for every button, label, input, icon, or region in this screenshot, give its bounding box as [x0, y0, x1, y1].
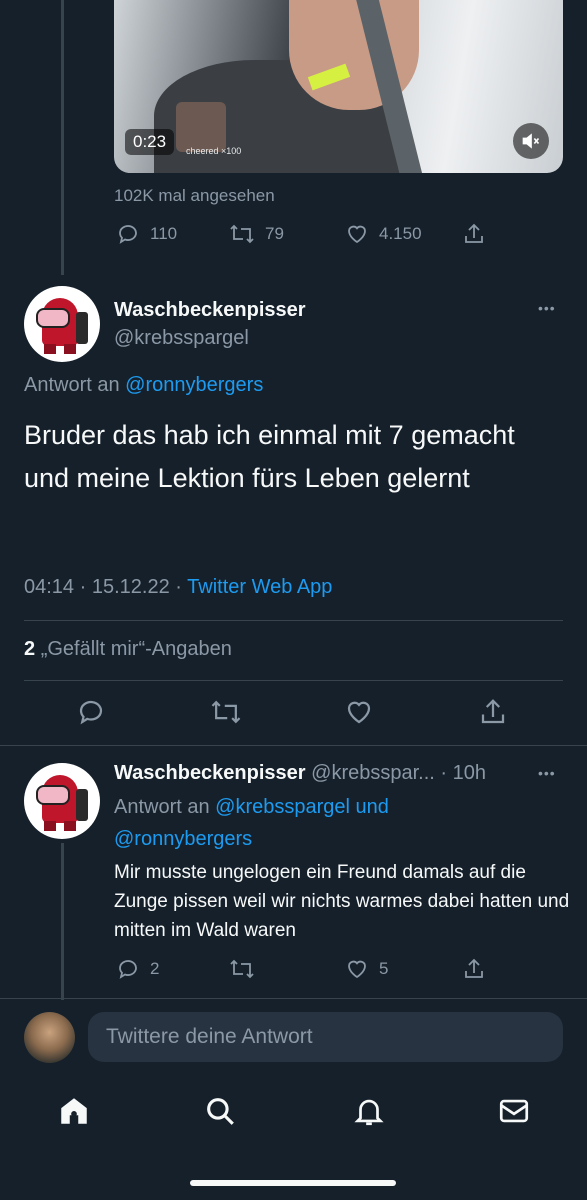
reply-count: 110 — [150, 224, 178, 243]
mention-link[interactable]: @ronnybergers — [125, 374, 263, 396]
reply-prefix: Antwort an — [24, 374, 126, 396]
stream-inset-thumbnail — [176, 102, 226, 152]
like-action[interactable]: 5 — [345, 957, 388, 981]
mute-icon[interactable] — [513, 123, 549, 159]
retweet-icon — [211, 700, 241, 724]
avatar[interactable] — [24, 763, 100, 839]
like-count: 5 — [379, 959, 389, 978]
tweet-time: 04:14 — [24, 576, 75, 598]
more-options-icon[interactable]: ••• — [538, 300, 556, 316]
share-button[interactable] — [478, 697, 508, 732]
reply-icon — [79, 700, 103, 725]
search-icon[interactable] — [203, 1094, 237, 1133]
heart-icon — [347, 701, 371, 724]
divider — [0, 998, 587, 999]
video-duration-badge: 0:23 — [125, 129, 175, 155]
notifications-icon[interactable] — [352, 1094, 386, 1133]
reply-text: Mir musste ungelogen ein Freund damals a… — [114, 862, 570, 941]
video-player[interactable]: cheered ×100 — [114, 0, 563, 173]
reply-header: Waschbeckenpisser @krebsspar... · 10h — [114, 762, 486, 785]
retweet-action[interactable]: 79 — [229, 222, 284, 246]
retweet-count: 79 — [265, 224, 284, 243]
reply-icon — [119, 225, 137, 244]
handle[interactable]: @krebsspargel — [114, 327, 249, 350]
tweet-text: Bruder das hab ich einmal mit 7 gemacht … — [24, 420, 515, 493]
retweet-icon — [230, 959, 254, 979]
messages-icon[interactable] — [497, 1094, 531, 1133]
meta-separator: · — [79, 576, 87, 598]
home-indicator — [190, 1180, 396, 1186]
heart-icon — [348, 225, 366, 244]
divider — [0, 745, 587, 746]
display-name[interactable]: Waschbeckenpisser — [114, 299, 306, 322]
reply-count: 2 — [150, 959, 160, 978]
reply-composer-placeholder: Twittere deine Antwort — [106, 1025, 313, 1048]
thread-connector-bottom — [61, 843, 64, 1000]
share-icon — [465, 223, 483, 243]
reply-composer-input[interactable]: Twittere deine Antwort — [88, 1012, 563, 1062]
reply-action[interactable]: 2 — [116, 957, 159, 981]
view-count: 102K mal angesehen — [114, 186, 275, 205]
meta-separator: · — [175, 576, 182, 598]
share-icon — [465, 958, 483, 978]
reply-action[interactable]: 110 — [116, 222, 177, 246]
share-icon — [481, 699, 505, 724]
tweet-date: 15.12.22 — [91, 576, 170, 598]
retweet-button[interactable] — [210, 697, 242, 732]
reply-context: Antwort an @krebsspargel und @ronnyberge… — [114, 791, 389, 855]
tweet-meta: 04:14 · 15.12.22 · Twitter Web App — [24, 576, 332, 599]
home-icon[interactable] — [57, 1094, 91, 1133]
share-action[interactable] — [462, 957, 486, 981]
likes-summary[interactable]: 2 „Gefällt mir“-Angaben — [24, 638, 232, 661]
reply-prefix: Antwort an — [114, 796, 216, 818]
like-action[interactable]: 4.150 — [345, 222, 422, 246]
tweet-source[interactable]: Twitter Web App — [187, 576, 332, 598]
share-action[interactable] — [462, 222, 486, 246]
like-button[interactable] — [344, 697, 374, 732]
reply-context: Antwort an @ronnybergers — [24, 374, 263, 397]
divider — [24, 680, 563, 681]
mention-link[interactable]: @ronnybergers — [114, 828, 252, 850]
avatar[interactable] — [24, 286, 100, 362]
reply-button[interactable] — [76, 697, 106, 732]
mention-link[interactable]: @krebsspargel und — [215, 796, 389, 818]
divider — [24, 620, 563, 621]
retweet-action[interactable] — [229, 957, 255, 981]
likes-summary-count: 2 — [24, 638, 36, 660]
reply-handle-time[interactable]: @krebsspar... · 10h — [311, 762, 486, 784]
user-avatar[interactable] — [24, 1012, 75, 1063]
reply-icon — [119, 960, 137, 979]
reply-display-name[interactable]: Waschbeckenpisser — [114, 762, 306, 784]
more-options-icon[interactable]: ••• — [538, 765, 556, 781]
retweet-icon — [230, 224, 254, 244]
thread-connector-top — [61, 0, 64, 275]
like-count: 4.150 — [379, 224, 422, 243]
heart-icon — [348, 960, 366, 979]
likes-summary-label: „Gefällt mir“-Angaben — [40, 638, 232, 660]
video-overlay-text: cheered ×100 — [186, 146, 242, 156]
